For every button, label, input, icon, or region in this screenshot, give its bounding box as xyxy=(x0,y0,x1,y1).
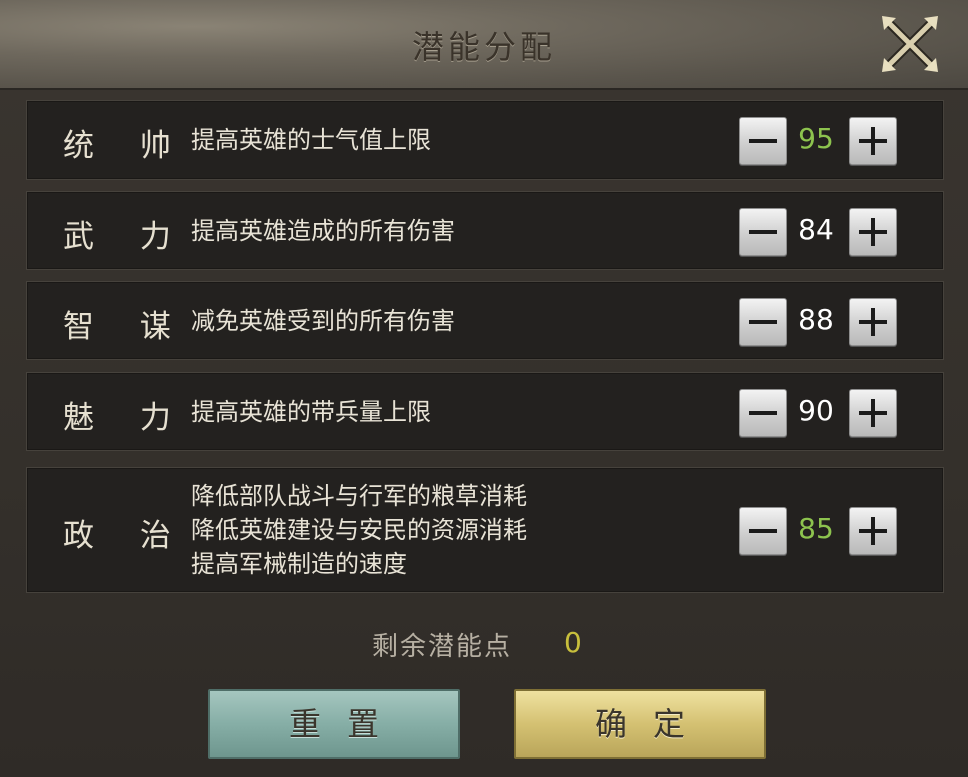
close-button[interactable] xyxy=(880,14,940,74)
description-line: 降低部队战斗与行军的粮草消耗 xyxy=(191,482,527,510)
attribute-description: 提高英雄造成的所有伤害 xyxy=(191,214,455,248)
attribute-value: 85 xyxy=(798,512,834,545)
decrease-button[interactable] xyxy=(739,117,787,165)
attribute-value: 84 xyxy=(798,212,834,246)
potential-allocation-dialog: 潜能分配 统 帅提高英雄的士气值上限 95 武 力提高英雄造成的所有伤害 84 智 谋减… xyxy=(0,0,968,777)
title-bar: 潜能分配 xyxy=(0,0,968,90)
description-line: 提高英雄的带兵量上限 xyxy=(191,397,431,426)
description-line: 提高军械制造的速度 xyxy=(191,550,407,578)
increase-button[interactable] xyxy=(849,507,897,555)
remaining-points-label: 剩余潜能点 xyxy=(372,632,513,662)
attribute-row: 政 治降低部队战斗与行军的粮草消耗 降低英雄建设与安民的资源消耗 提高军械制造的速度… xyxy=(26,467,944,593)
description-line: 提高英雄造成的所有伤害 xyxy=(191,216,455,245)
increase-button[interactable] xyxy=(849,388,897,437)
close-icon xyxy=(882,16,938,72)
remaining-points-value: 0 xyxy=(564,626,582,659)
attribute-row: 武 力提高英雄造成的所有伤害 84 xyxy=(26,191,944,270)
dialog-title: 潜能分配 xyxy=(411,28,556,66)
attribute-value: 90 xyxy=(798,393,834,427)
attribute-row: 统 帅提高英雄的士气值上限 95 xyxy=(26,100,944,180)
reset-button[interactable]: 重置 xyxy=(208,689,460,759)
minus-icon xyxy=(749,229,777,234)
minus-icon xyxy=(749,139,777,143)
confirm-button[interactable]: 确定 xyxy=(514,689,766,759)
attribute-description: 降低部队战斗与行军的粮草消耗 降低英雄建设与安民的资源消耗 提高军械制造的速度 xyxy=(191,479,527,581)
description-line: 减免英雄受到的所有伤害 xyxy=(191,306,455,335)
attribute-name: 武 力 xyxy=(63,218,189,255)
attribute-name: 智 谋 xyxy=(63,308,189,345)
description-line: 降低英雄建设与安民的资源消耗 xyxy=(191,516,527,544)
increase-button[interactable] xyxy=(849,207,897,256)
minus-icon xyxy=(749,319,777,324)
attribute-description: 减免英雄受到的所有伤害 xyxy=(191,304,455,338)
decrease-button[interactable] xyxy=(739,207,787,256)
attribute-value: 88 xyxy=(798,302,834,336)
attribute-description: 提高英雄的士气值上限 xyxy=(191,123,431,157)
decrease-button[interactable] xyxy=(739,297,787,346)
description-line: 提高英雄的士气值上限 xyxy=(191,126,431,154)
attribute-row: 魅 力提高英雄的带兵量上限 90 xyxy=(26,372,944,451)
attribute-row: 智 谋减免英雄受到的所有伤害 88 xyxy=(26,281,944,360)
decrease-button[interactable] xyxy=(739,507,787,555)
attribute-value: 95 xyxy=(798,122,834,155)
minus-icon xyxy=(749,410,777,415)
attribute-name: 统 帅 xyxy=(63,128,189,164)
attribute-name: 政 治 xyxy=(63,518,189,554)
increase-button[interactable] xyxy=(849,297,897,346)
attribute-description: 提高英雄的带兵量上限 xyxy=(191,395,431,429)
decrease-button[interactable] xyxy=(739,388,787,437)
minus-icon xyxy=(749,529,777,533)
attribute-name: 魅 力 xyxy=(63,399,189,436)
increase-button[interactable] xyxy=(849,117,897,165)
